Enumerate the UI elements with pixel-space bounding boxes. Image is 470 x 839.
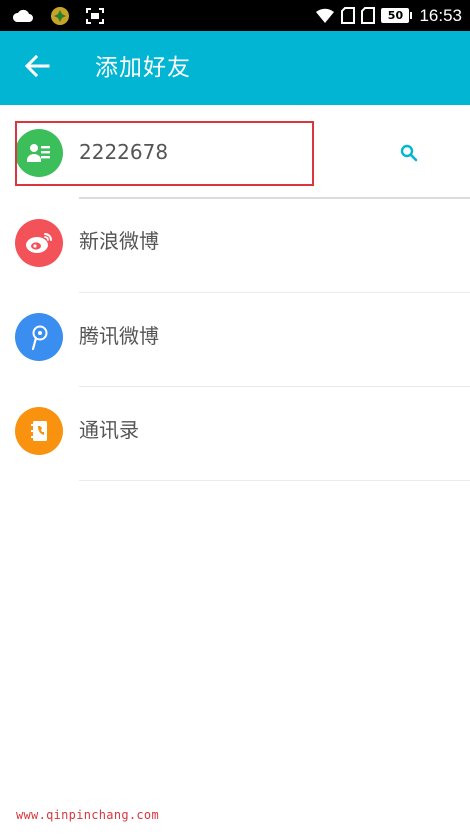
divider <box>79 480 470 481</box>
id-search-input-value[interactable]: 2222678 <box>79 137 168 167</box>
screenshot-icon <box>86 7 104 24</box>
tencent-weibo-icon <box>15 313 63 361</box>
list-item-label: 通讯录 <box>79 418 139 442</box>
app-bar: 添加好友 <box>0 31 470 105</box>
clock: 16:53 <box>419 5 462 25</box>
status-bar-left <box>12 4 104 27</box>
app-notification-icon <box>50 6 70 26</box>
list-item-label: 腾讯微博 <box>79 324 159 348</box>
sim-card-2-icon <box>361 7 376 24</box>
search-icon <box>400 144 418 166</box>
arrow-left-icon <box>24 54 50 82</box>
back-button[interactable] <box>18 50 56 86</box>
status-bar: 50 16:53 <box>0 0 470 31</box>
page-title: 添加好友 <box>95 55 191 81</box>
sim-card-1-icon <box>341 7 356 24</box>
search-button[interactable] <box>395 141 423 169</box>
contact-card-icon <box>15 129 63 177</box>
add-friend-options-list: 2222678 新浪微博 腾讯微博 通讯录 <box>0 105 470 481</box>
screen: 50 16:53 添加好友 2222678 新浪微博 腾讯微博 通讯录 www.… <box>0 0 470 839</box>
weibo-icon <box>15 219 63 267</box>
list-item-tencent-weibo[interactable]: 腾讯微博 <box>0 293 470 387</box>
wifi-icon <box>315 8 335 24</box>
watermark: www.qinpinchang.com <box>16 808 159 822</box>
cloud-icon <box>12 9 34 23</box>
list-item-label: 新浪微博 <box>79 229 159 253</box>
address-book-icon <box>15 407 63 455</box>
list-item-id-search[interactable]: 2222678 <box>0 105 470 199</box>
battery-icon: 50 <box>381 8 413 23</box>
status-bar-right: 50 16:53 <box>315 4 462 27</box>
list-item-contacts[interactable]: 通讯录 <box>0 387 470 481</box>
list-item-sina-weibo[interactable]: 新浪微博 <box>0 199 470 293</box>
battery-level: 50 <box>387 9 404 22</box>
